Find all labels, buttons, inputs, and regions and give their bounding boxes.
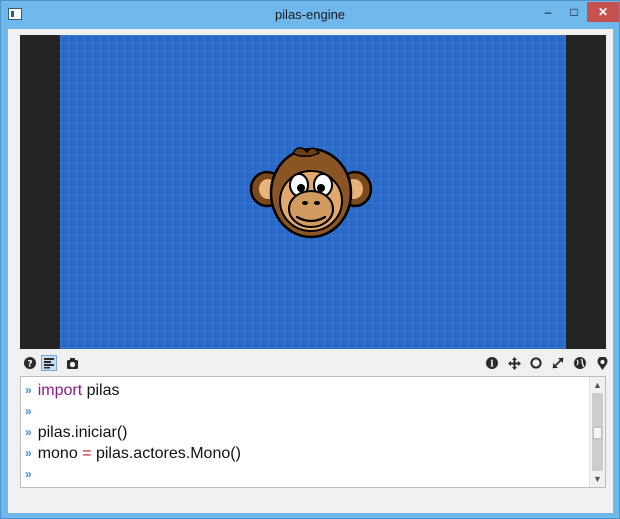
stage[interactable]	[60, 35, 566, 349]
game-canvas[interactable]	[20, 35, 606, 349]
console-line: » pilas.iniciar()	[25, 424, 127, 445]
console-line: »	[25, 403, 38, 424]
prompt-icon: »	[25, 404, 32, 418]
move-icon[interactable]	[506, 355, 522, 371]
scroll-down-icon[interactable]: ▼	[590, 472, 605, 486]
scroll-up-icon[interactable]: ▲	[590, 378, 605, 392]
console-line: »	[25, 466, 38, 487]
code-text: pilas	[82, 382, 120, 399]
window-title: pilas-engine	[274, 7, 346, 22]
python-console[interactable]: » import pilas » » pilas.iniciar() » mono =…	[20, 376, 606, 488]
toolbar: ? i	[20, 352, 607, 374]
globe-icon[interactable]	[572, 355, 588, 371]
resize-icon[interactable]	[550, 355, 566, 371]
help-icon[interactable]: ?	[22, 355, 38, 371]
console-line: » import pilas	[25, 382, 120, 403]
code-text: pilas.actores.Mono()	[91, 445, 241, 462]
position-icon[interactable]	[594, 355, 610, 371]
console-line: » mono = pilas.actores.Mono()	[25, 445, 241, 466]
code-operator: =	[82, 445, 92, 462]
minimize-button[interactable]: –	[535, 2, 561, 22]
maximize-button[interactable]: □	[561, 2, 587, 22]
code-keyword: import	[37, 382, 83, 399]
prompt-icon: »	[25, 425, 32, 439]
client-area: ? i » import pilas » » pilas.iniciar() »…	[8, 29, 613, 513]
monkey-actor[interactable]	[249, 143, 373, 247]
svg-text:i: i	[490, 360, 494, 370]
vertical-scrollbar[interactable]: ▲ ▼	[589, 377, 605, 487]
prompt-icon: »	[25, 446, 32, 460]
code-text: mono	[37, 445, 83, 462]
code-text: pilas.iniciar()	[37, 424, 128, 441]
info-icon[interactable]: i	[484, 355, 500, 371]
svg-text:?: ?	[27, 360, 32, 370]
circle-icon[interactable]	[528, 355, 544, 371]
screenshot-icon[interactable]	[64, 355, 80, 371]
editor-icon[interactable]	[41, 355, 57, 371]
prompt-icon: »	[25, 383, 32, 397]
app-window: pilas-engine – □ ✕ ? i » import pilas » …	[0, 0, 620, 519]
close-button[interactable]: ✕	[587, 2, 619, 22]
scroll-thumb[interactable]	[593, 427, 602, 439]
title-bar[interactable]: pilas-engine – □ ✕	[1, 1, 619, 29]
prompt-icon: »	[25, 467, 32, 481]
